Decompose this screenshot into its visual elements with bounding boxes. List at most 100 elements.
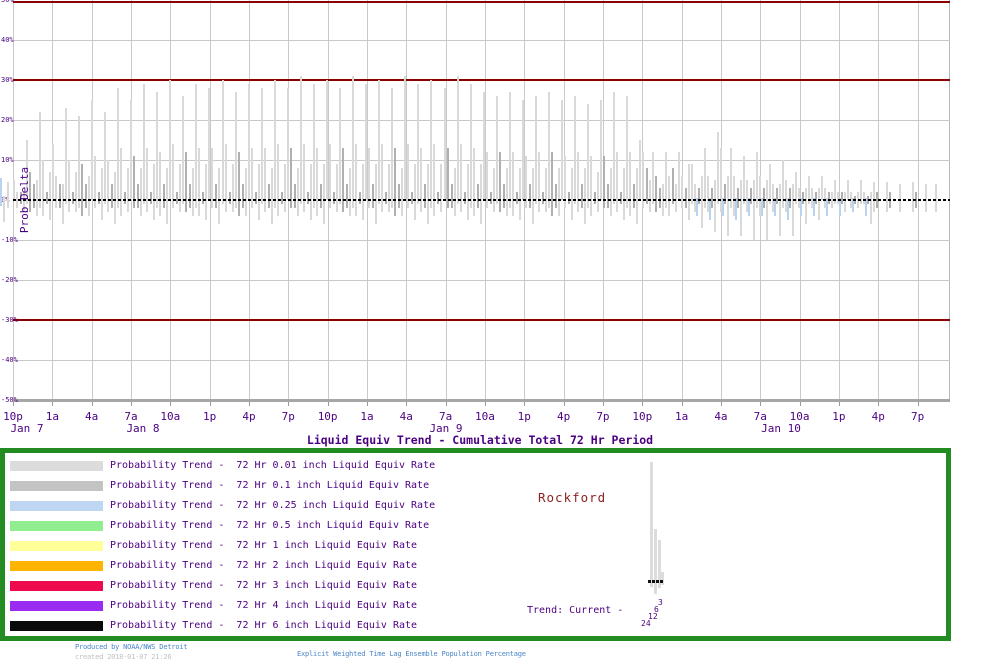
- trend-bar: [232, 164, 234, 212]
- trend-bar: [532, 168, 534, 224]
- trend-bar: [652, 152, 654, 204]
- trend-bar: [176, 192, 178, 204]
- trend-bar: [101, 168, 103, 220]
- legend-items: Probability Trend - 72 Hr 0.01 inch Liqu…: [0, 448, 951, 641]
- trend-bar: [150, 192, 152, 204]
- trend-bar: [440, 164, 442, 212]
- trend-bar: [490, 192, 492, 204]
- trend-bar: [189, 184, 191, 208]
- trend-bar: [313, 84, 315, 208]
- trend-bar: [681, 176, 683, 208]
- trend-bar: [711, 188, 713, 208]
- trend-bar: [597, 172, 599, 212]
- inset-trend-bar: [661, 572, 664, 585]
- trend-bar: [120, 148, 122, 216]
- trend-bar: [724, 184, 726, 204]
- trend-bar: [639, 140, 641, 200]
- trend-bar: [137, 184, 139, 208]
- trend-bar: [163, 184, 165, 208]
- trend-bar: [870, 192, 872, 224]
- trend-bar: [182, 96, 184, 204]
- trend-bar: [503, 184, 505, 208]
- station-label: Rockford: [538, 492, 606, 504]
- legend-label: Probability Trend - 72 Hr 0.01 inch Liqu…: [110, 461, 435, 471]
- grid-line-horizontal: [13, 40, 950, 41]
- trend-bar: [551, 152, 553, 216]
- trend-bar: [359, 192, 361, 204]
- trend-bar: [355, 144, 357, 216]
- trend-bar: [776, 188, 778, 204]
- x-tick-label: 4p: [858, 411, 898, 422]
- trend-bar: [613, 92, 615, 204]
- trend-bar: [698, 188, 700, 204]
- trend-bar: [717, 132, 719, 204]
- trend-bar: [346, 184, 348, 208]
- trend-bar: [349, 168, 351, 216]
- trend-bar: [185, 152, 187, 212]
- trend-bar: [85, 184, 87, 208]
- x-tick-label: 7a: [426, 411, 466, 422]
- trend-bar: [143, 84, 145, 204]
- y-tick-label: -50%: [1, 396, 18, 404]
- y-tick-label: -20%: [1, 276, 18, 284]
- trend-bar: [444, 88, 446, 200]
- trend-bar: [587, 104, 589, 208]
- legend-swatch: [10, 541, 103, 551]
- legend-swatch: [10, 501, 103, 511]
- y-tick-label: 30%: [1, 76, 14, 84]
- x-tick-label: 1p: [190, 411, 230, 422]
- trend-bar: [483, 92, 485, 200]
- trend-bar: [261, 88, 263, 204]
- x-tick-label: 7a: [111, 411, 151, 422]
- trend-bar: [91, 100, 93, 200]
- trend-bar: [766, 180, 768, 240]
- trend-bar: [590, 156, 592, 216]
- trend-bar: [274, 80, 276, 208]
- trend-bar: [225, 144, 227, 212]
- trend-bar: [205, 164, 207, 220]
- x-tick-label: 4p: [544, 411, 584, 422]
- trend-bar: [454, 168, 456, 216]
- trend-bar: [339, 88, 341, 204]
- trend-bar: [388, 164, 390, 212]
- trend-bar: [159, 152, 161, 216]
- trend-bar: [457, 76, 459, 204]
- trend-bar: [473, 148, 475, 216]
- x-tick-label: 1p: [819, 411, 859, 422]
- trend-bar: [229, 192, 231, 204]
- trend-bar: [62, 184, 64, 224]
- trend-bar: [414, 164, 416, 220]
- trend-bar: [222, 80, 224, 204]
- trend-bar: [111, 184, 113, 208]
- trend-bar: [600, 100, 602, 200]
- trend-bar: [460, 144, 462, 212]
- x-tick-label: 4a: [386, 411, 426, 422]
- inset-trend-bar: [650, 462, 653, 587]
- footer-created-timestamp: created 2018-01-07 21:26: [75, 653, 171, 662]
- trend-bar: [542, 192, 544, 204]
- trend-bar: [649, 180, 651, 212]
- trend-bar: [52, 144, 54, 200]
- legend-swatch: [10, 481, 103, 491]
- trend-bar: [769, 164, 771, 204]
- trend-bar: [584, 168, 586, 224]
- trend-bar: [548, 92, 550, 208]
- trend-bar: [271, 168, 273, 224]
- y-tick-label: 50%: [1, 0, 14, 4]
- trend-bar: [558, 168, 560, 216]
- inset-trend-bar: [654, 529, 657, 594]
- trend-bar: [36, 180, 38, 216]
- trend-bar: [49, 172, 51, 220]
- trend-bar: [258, 164, 260, 220]
- grid-line-horizontal: [13, 240, 950, 241]
- trend-bar: [480, 164, 482, 224]
- trend-bar: [467, 164, 469, 220]
- trend-bar: [320, 184, 322, 208]
- grid-line-horizontal: [13, 160, 950, 161]
- x-tick-label: 7a: [740, 411, 780, 422]
- x-tick-label: 1a: [32, 411, 72, 422]
- trend-bar: [297, 168, 299, 216]
- footer-produced-by: Produced by NOAA/NWS Detroit: [75, 643, 187, 652]
- y-tick-label: 40%: [1, 36, 14, 44]
- trend-bar: [577, 152, 579, 212]
